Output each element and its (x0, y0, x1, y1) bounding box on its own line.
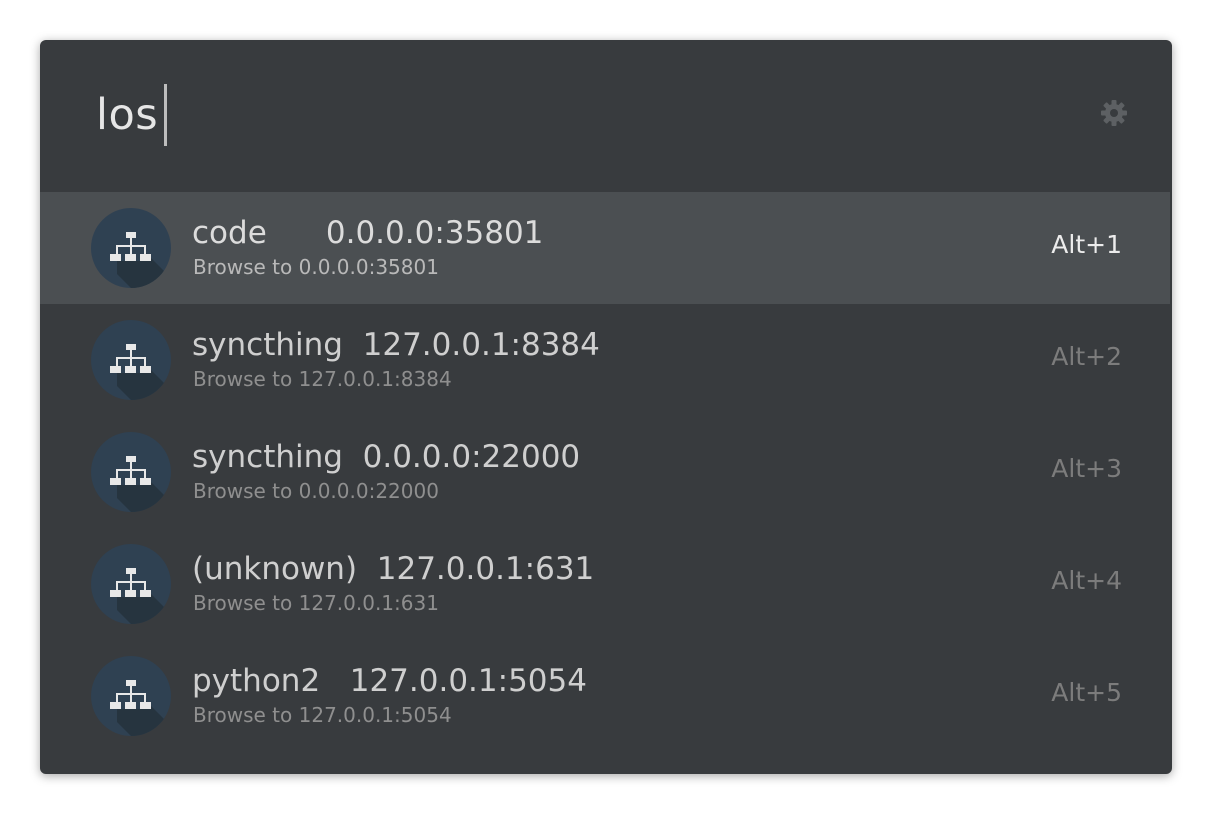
result-description: Browse to 127.0.0.1:5054 (193, 703, 452, 727)
network-hierarchy-icon (91, 656, 171, 736)
result-description: Browse to 127.0.0.1:631 (193, 591, 439, 615)
result-shortcut: Alt+2 (1051, 342, 1122, 371)
network-hierarchy-icon (91, 432, 171, 512)
search-bar: los (40, 40, 1172, 192)
network-hierarchy-icon (91, 320, 171, 400)
text-caret (164, 84, 168, 146)
network-hierarchy-icon (91, 544, 171, 624)
result-description: Browse to 127.0.0.1:8384 (193, 367, 452, 391)
preferences-button[interactable] (1099, 98, 1129, 128)
result-title: code 0.0.0.0:35801 (192, 215, 544, 251)
result-description: Browse to 0.0.0.0:22000 (193, 479, 439, 503)
result-shortcut: Alt+3 (1051, 454, 1122, 483)
network-hierarchy-icon (91, 208, 171, 288)
result-title: syncthing 127.0.0.1:8384 (192, 327, 600, 363)
search-query-text: los (96, 90, 159, 140)
result-title: (unknown) 127.0.0.1:631 (192, 551, 595, 587)
result-title: python2 127.0.0.1:5054 (192, 663, 587, 699)
result-shortcut: Alt+5 (1051, 678, 1122, 707)
results-list: code 0.0.0.0:35801 Browse to 0.0.0.0:358… (40, 192, 1172, 752)
search-input[interactable]: los (96, 84, 168, 146)
result-shortcut: Alt+1 (1051, 230, 1122, 259)
gear-icon (1101, 100, 1127, 126)
result-item-5[interactable]: python2 127.0.0.1:5054 Browse to 127.0.0… (40, 640, 1170, 752)
result-item-4[interactable]: (unknown) 127.0.0.1:631 Browse to 127.0.… (40, 528, 1170, 640)
launcher-window: los code 0.0.0.0:35801 Browse to 0.0.0.0… (40, 40, 1172, 774)
result-title: syncthing 0.0.0.0:22000 (192, 439, 581, 475)
result-item-2[interactable]: syncthing 127.0.0.1:8384 Browse to 127.0… (40, 304, 1170, 416)
result-item-3[interactable]: syncthing 0.0.0.0:22000 Browse to 0.0.0.… (40, 416, 1170, 528)
result-item-1[interactable]: code 0.0.0.0:35801 Browse to 0.0.0.0:358… (40, 192, 1170, 304)
result-description: Browse to 0.0.0.0:35801 (193, 255, 439, 279)
result-shortcut: Alt+4 (1051, 566, 1122, 595)
